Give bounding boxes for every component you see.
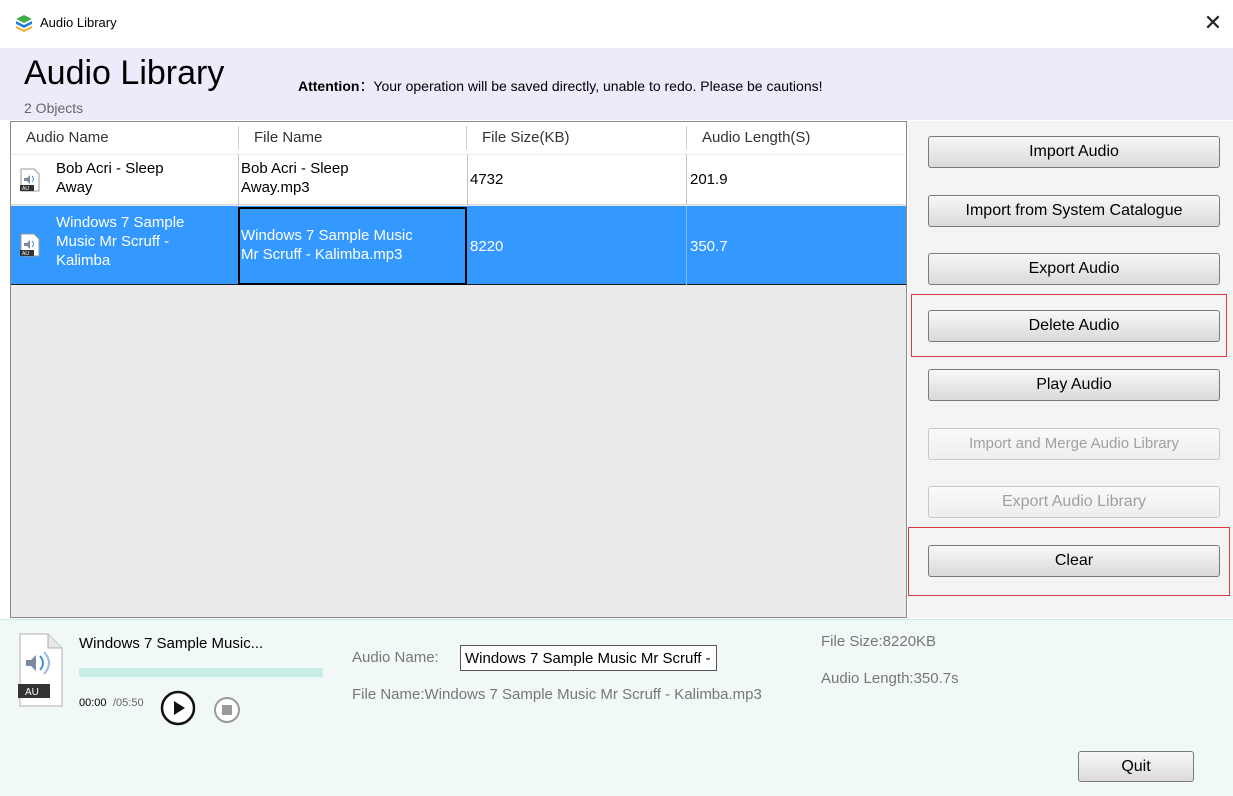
import-merge-library-button[interactable]: Import and Merge Audio Library xyxy=(928,428,1220,460)
audio-file-icon: AU xyxy=(20,168,40,192)
title-bar xyxy=(0,0,1233,48)
audio-name-label: Audio Name: xyxy=(352,649,439,666)
cell-file-name: Bob Acri - Sleep xyxy=(241,160,349,177)
progress-track[interactable] xyxy=(79,668,323,677)
audio-file-icon: AU xyxy=(18,633,63,707)
cell-audio-length: 201.9 xyxy=(690,171,728,188)
close-button[interactable]: ✕ xyxy=(1200,10,1226,36)
cell-audio-name-cont: Away xyxy=(56,179,93,196)
page-title: Audio Library xyxy=(24,54,225,92)
column-separator xyxy=(466,126,467,150)
import-system-catalogue-button[interactable]: Import from System Catalogue xyxy=(928,195,1220,227)
cell-file-name: Windows 7 Sample Music xyxy=(241,227,413,244)
svg-text:AU: AU xyxy=(22,251,29,257)
delete-audio-button[interactable]: Delete Audio xyxy=(928,310,1220,342)
attention-notice: Attention：Your operation will be saved d… xyxy=(298,76,823,96)
column-header-file-size[interactable]: File Size(KB) xyxy=(482,122,570,154)
column-separator xyxy=(686,126,687,150)
cell-file-name-cont: Away.mp3 xyxy=(241,179,310,196)
file-name-detail: File Name:Windows 7 Sample Music Mr Scru… xyxy=(352,686,762,703)
stop-icon[interactable] xyxy=(213,696,241,724)
cell-file-name-cont: Mr Scruff - Kalimba.mp3 xyxy=(241,246,403,263)
play-icon[interactable] xyxy=(160,690,196,726)
column-separator xyxy=(238,126,239,150)
column-header-file-name[interactable]: File Name xyxy=(254,122,323,154)
divider xyxy=(0,619,1233,620)
cell-file-size: 8220 xyxy=(470,238,504,255)
cell-separator xyxy=(467,155,468,205)
audio-name-input[interactable] xyxy=(460,645,717,671)
quit-button[interactable]: Quit xyxy=(1078,751,1194,782)
attention-label: Attention xyxy=(298,78,360,94)
export-library-button[interactable]: Export Audio Library xyxy=(928,486,1220,518)
export-audio-button[interactable]: Export Audio xyxy=(928,253,1220,285)
cell-audio-name-cont: Kalimba xyxy=(56,252,111,269)
cell-file-size: 4732 xyxy=(470,171,504,188)
audio-file-icon: AU xyxy=(20,233,40,257)
svg-text:AU: AU xyxy=(22,186,29,192)
play-audio-button[interactable]: Play Audio xyxy=(928,369,1220,401)
cell-audio-name: Bob Acri - Sleep xyxy=(56,160,164,177)
time-total: /05:50 xyxy=(113,697,144,709)
cell-separator xyxy=(686,155,687,205)
file-size-detail: File Size:8220KB xyxy=(821,633,937,650)
cell-audio-name: Windows 7 Sample xyxy=(56,214,185,231)
import-audio-button[interactable]: Import Audio xyxy=(928,136,1220,168)
window-title: Audio Library xyxy=(40,15,117,30)
player-track-title: Windows 7 Sample Music... xyxy=(79,635,264,652)
attention-text: ：Your operation will be saved directly, … xyxy=(359,78,823,94)
time-current: 00:00 xyxy=(79,697,107,709)
column-header-audio-length[interactable]: Audio Length(S) xyxy=(702,122,811,154)
object-count: 2 Objects xyxy=(24,100,84,116)
svg-text:AU: AU xyxy=(25,687,39,698)
audio-length-detail: Audio Length:350.7s xyxy=(821,670,959,687)
cell-audio-length: 350.7 xyxy=(690,238,728,255)
cell-separator xyxy=(238,155,239,205)
cell-separator xyxy=(686,206,687,285)
column-header-audio-name[interactable]: Audio Name xyxy=(26,122,109,154)
clear-button[interactable]: Clear xyxy=(928,545,1220,577)
app-logo-icon xyxy=(16,15,32,32)
cell-audio-name-cont: Music Mr Scruff - xyxy=(56,233,170,250)
